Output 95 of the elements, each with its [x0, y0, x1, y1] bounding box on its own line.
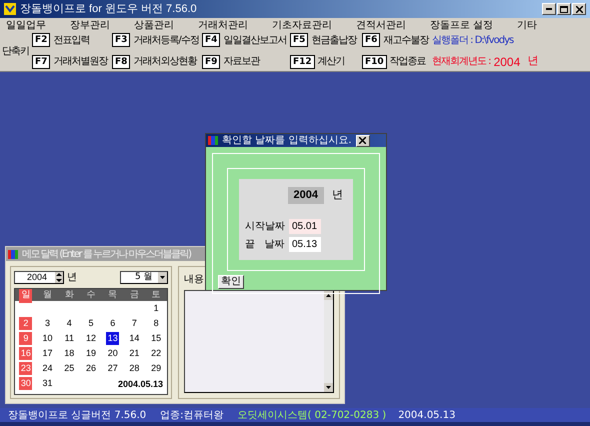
shortcut-button[interactable]: F4 일일결산보고서: [202, 32, 286, 48]
calendar-day[interactable]: 24: [41, 362, 54, 376]
calendar-day[interactable]: 22: [150, 346, 163, 360]
calendar-day[interactable]: 18: [62, 346, 76, 360]
fiscal-year-label: 현재회계년도 :: [432, 55, 491, 69]
dialog-app-icon: [208, 136, 218, 145]
year-unit: 년: [332, 187, 343, 203]
weekday-label: 일: [19, 289, 32, 302]
start-date-label: 시작날짜: [245, 220, 285, 234]
shortcut-button[interactable]: F10 작업종료: [362, 54, 426, 69]
weekday-label: 월: [42, 289, 54, 302]
close-icon: [359, 137, 366, 144]
calendar-day[interactable]: 27: [106, 362, 120, 376]
calendar-day[interactable]: 28: [128, 362, 141, 376]
end-date-label: 끝 날짜: [245, 238, 285, 252]
company-phone: 오딧세이시스템( 02-702-0283 ): [238, 408, 386, 422]
calendar-day[interactable]: 16: [19, 346, 32, 360]
menu-item[interactable]: 기타: [517, 18, 538, 32]
calendar-day[interactable]: 9: [19, 332, 32, 346]
weekday-label: 화: [64, 289, 75, 302]
shortcut-button[interactable]: F9 자료보관: [202, 54, 260, 69]
calendar-day[interactable]: 25: [62, 362, 76, 376]
maximize-icon: [560, 6, 568, 12]
calendar-day[interactable]: 29: [150, 362, 163, 376]
memo-text-area[interactable]: [184, 290, 334, 393]
vertical-scrollbar[interactable]: [324, 291, 333, 392]
dialog-close-button[interactable]: [356, 134, 370, 146]
menu-item[interactable]: 견적서관리: [356, 18, 406, 32]
scroll-down-icon[interactable]: [324, 383, 333, 392]
calendar-day[interactable]: 1: [150, 302, 163, 316]
menu-item[interactable]: 거래처관리: [198, 18, 248, 32]
product-version: 장돌뱅이프로 싱글버전 7.56.0: [8, 408, 146, 422]
calendar-day[interactable]: 20: [106, 346, 120, 360]
folder-path: 실행폴더 : D:\fvodys: [432, 34, 514, 48]
menu-item[interactable]: 장돌프로 설정: [430, 18, 494, 32]
calendar-day[interactable]: 31: [41, 376, 54, 390]
calendar-day[interactable]: 6: [106, 316, 120, 330]
shortcut-button[interactable]: F3 거래처등록/수정: [112, 32, 199, 48]
weekday-label: 수: [85, 289, 96, 302]
start-date-field[interactable]: 05.01: [289, 218, 321, 234]
month-dropdown[interactable]: 5 월: [120, 271, 168, 284]
calendar-day[interactable]: 5: [84, 316, 98, 330]
menu-item[interactable]: 상품관리: [134, 18, 174, 32]
shortcut-label: 단축키: [1, 45, 30, 59]
shortcut-button[interactable]: F6 재고수불장: [362, 32, 428, 48]
shortcut-button[interactable]: F8 거래처외상현황: [112, 54, 196, 69]
app-icon: [4, 3, 16, 15]
spinner-arrows-icon: [55, 272, 63, 283]
calendar-day[interactable]: 17: [41, 346, 54, 360]
fiscal-year: 2004: [494, 54, 520, 70]
year-unit: 년: [67, 271, 77, 285]
calendar-day[interactable]: 23: [19, 362, 32, 376]
calendar-day[interactable]: 2: [19, 316, 32, 330]
calendar-day[interactable]: 4: [62, 316, 76, 330]
confirm-button[interactable]: 확인: [218, 274, 244, 288]
calendar-day[interactable]: 8: [150, 316, 163, 330]
maximize-button[interactable]: [557, 3, 571, 15]
calendar-day[interactable]: 21: [128, 346, 141, 360]
minimize-icon: [546, 8, 552, 10]
shortcut-button[interactable]: F12 계산기: [290, 54, 345, 69]
calendar-day[interactable]: 10: [41, 332, 54, 346]
shortcut-button[interactable]: F2 전표입력: [32, 32, 90, 48]
memo-title: 메모 달력 (Enter 를 누르거나 마우스더블클릭): [22, 248, 191, 262]
calendar-day[interactable]: 7: [128, 316, 141, 330]
window-title: 장돌뱅이프로 for 윈도우 버전 7.56.0: [20, 2, 197, 17]
menu-item[interactable]: 기초자료관리: [272, 18, 332, 32]
calendar-day[interactable]: 26: [84, 362, 98, 376]
calendar-day[interactable]: 11: [62, 332, 76, 346]
menu-item[interactable]: 일일업무: [6, 18, 46, 32]
weekday-label: 금: [128, 289, 140, 302]
close-button[interactable]: [572, 3, 586, 15]
calendar-day[interactable]: 15: [150, 332, 163, 346]
calendar-day[interactable]: 30: [19, 376, 32, 390]
year-spinner[interactable]: 2004: [14, 271, 64, 284]
weekday-label: 토: [150, 289, 162, 302]
minimize-button[interactable]: [542, 3, 556, 15]
status-date: 2004.05.13: [398, 408, 456, 422]
shortcut-button[interactable]: F7 거래처별원장: [32, 54, 108, 69]
fiscal-year-unit: 년: [527, 53, 538, 70]
close-icon: [576, 6, 582, 12]
calendar-day[interactable]: 3: [41, 316, 54, 330]
shortcut-button[interactable]: F5 현금출납장: [290, 32, 356, 48]
year-field[interactable]: 2004: [288, 187, 324, 204]
content-label: 내용: [184, 273, 204, 287]
weekday-label: 목: [107, 289, 118, 302]
calendar-day[interactable]: 13: [106, 332, 120, 346]
industry: 업종:컴퓨터왕: [160, 408, 224, 422]
selected-date: 2004.05.13: [118, 378, 164, 391]
calendar-day[interactable]: 12: [84, 332, 98, 346]
dialog-title: 확인할 날짜를 입력하십시요.: [222, 134, 352, 148]
calendar-day[interactable]: 19: [84, 346, 98, 360]
calendar-app-icon: [8, 250, 18, 258]
menu-item[interactable]: 장부관리: [70, 18, 110, 32]
end-date-field[interactable]: 05.13: [289, 236, 321, 252]
calendar-day[interactable]: 14: [128, 332, 141, 346]
